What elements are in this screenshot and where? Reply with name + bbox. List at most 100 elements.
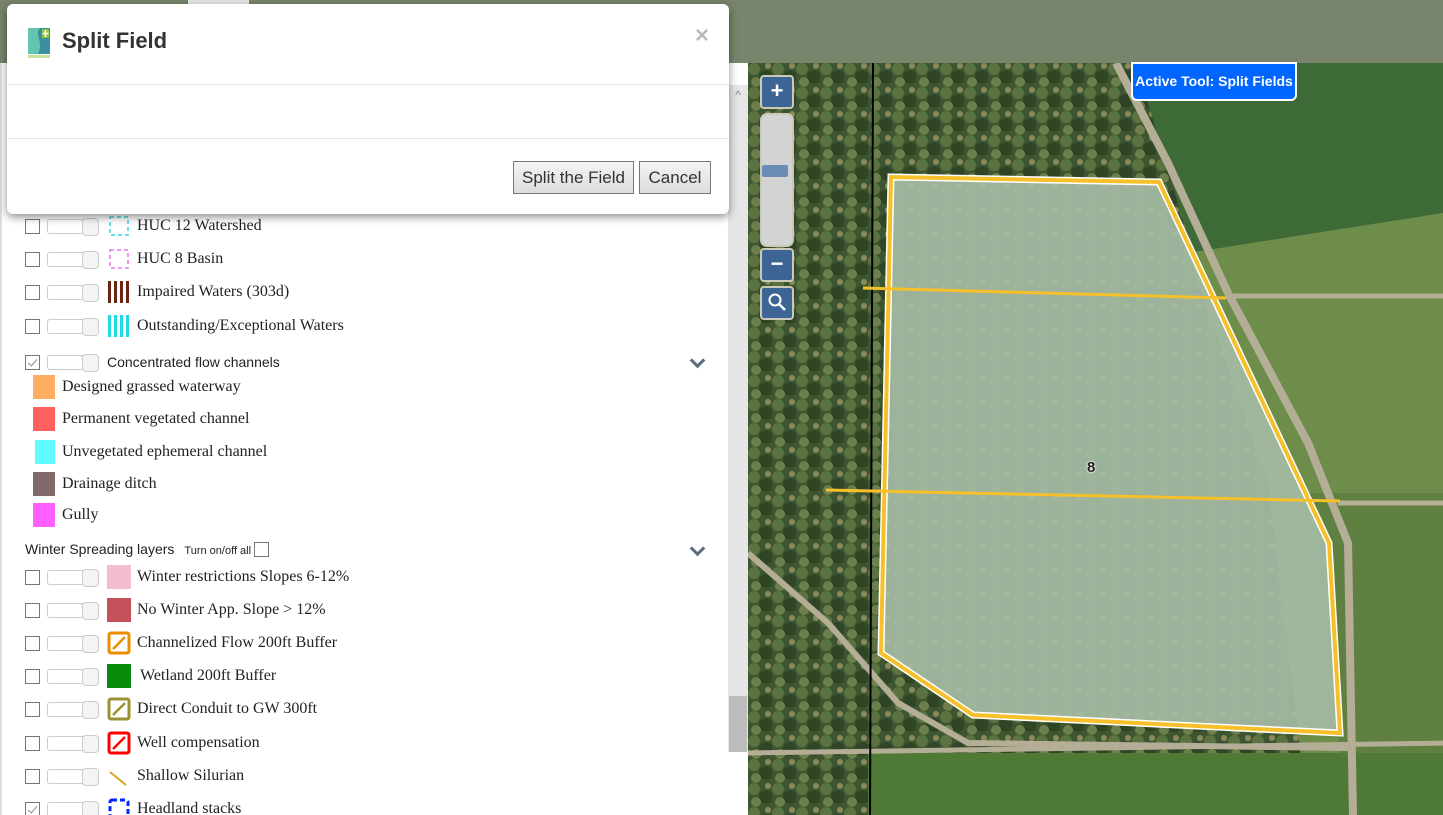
opacity-slider[interactable] <box>47 317 99 336</box>
close-icon[interactable]: × <box>695 22 709 50</box>
slider-handle[interactable] <box>82 601 99 620</box>
zoom-to-extent-button[interactable] <box>760 286 794 320</box>
scroll-up-icon[interactable]: ^ <box>728 88 748 104</box>
layer-label: Well compensation <box>137 734 260 751</box>
slider-handle[interactable] <box>82 283 99 302</box>
layer-row-shallow-silurian: Shallow Silurian <box>25 764 244 788</box>
layer-row-well: Well compensation <box>25 731 260 755</box>
chevron-down-icon[interactable] <box>690 358 704 368</box>
red-hatched-square-icon <box>107 731 131 755</box>
slider-handle[interactable] <box>82 217 99 236</box>
layer-label: Channelized Flow 200ft Buffer <box>137 634 338 651</box>
slider-handle[interactable] <box>82 353 99 372</box>
slider-handle[interactable] <box>82 800 99 815</box>
zoom-slider[interactable] <box>760 113 794 247</box>
legend-label: Drainage ditch <box>62 475 157 492</box>
layer-label: Outstanding/Exceptional Waters <box>137 317 344 334</box>
dialog-header: Split Field × <box>7 4 729 85</box>
zoom-out-button[interactable]: − <box>760 248 794 282</box>
layer-label: Winter restrictions Slopes 6-12% <box>137 568 350 585</box>
map-view[interactable]: 8 <box>748 63 1443 815</box>
layer-label: HUC 12 Watershed <box>137 217 262 234</box>
legend-label: Gully <box>62 506 99 523</box>
opacity-slider[interactable] <box>47 568 99 587</box>
slider-handle[interactable] <box>82 767 99 786</box>
opacity-slider[interactable] <box>47 250 99 269</box>
layer-row-huc8: HUC 8 Basin <box>25 247 223 271</box>
dialog-title: Split Field <box>62 28 168 53</box>
slider-handle[interactable] <box>82 317 99 336</box>
layer-checkbox[interactable] <box>25 251 40 267</box>
slider-handle[interactable] <box>82 634 99 653</box>
slider-handle[interactable] <box>82 667 99 686</box>
legend-swatch <box>33 407 55 431</box>
split-field-dialog: Split Field × Split the Field Cancel <box>7 4 729 214</box>
opacity-slider[interactable] <box>47 667 99 686</box>
pink-square-icon <box>107 565 131 589</box>
opacity-slider[interactable] <box>47 800 99 815</box>
brown-stripes-icon <box>107 280 131 304</box>
layer-checkbox[interactable] <box>25 801 40 815</box>
layer-checkbox[interactable] <box>25 218 40 234</box>
opacity-slider[interactable] <box>47 767 99 786</box>
slider-handle[interactable] <box>82 568 99 587</box>
cyan-stripes-icon <box>107 314 131 338</box>
zoom-in-button[interactable]: + <box>760 75 794 109</box>
turn-all-label: Turn on/off all <box>184 545 252 557</box>
opacity-slider[interactable] <box>47 700 99 719</box>
layer-checkbox[interactable] <box>25 701 40 717</box>
opacity-slider[interactable] <box>47 217 99 236</box>
legend-label: Designed grassed waterway <box>62 378 241 395</box>
slider-handle[interactable] <box>82 700 99 719</box>
opacity-slider[interactable] <box>47 353 99 372</box>
layer-row-impaired: Impaired Waters (303d) <box>25 280 289 304</box>
layer-checkbox[interactable] <box>25 635 40 651</box>
layer-label: Concentrated flow channels <box>107 354 280 370</box>
layer-row-outstanding: Outstanding/Exceptional Waters <box>25 314 344 338</box>
slider-handle[interactable] <box>82 250 99 269</box>
layer-checkbox[interactable] <box>25 602 40 618</box>
opacity-slider[interactable] <box>47 634 99 653</box>
blue-dashed-square-icon <box>107 797 131 815</box>
legend-item: Gully <box>33 503 98 527</box>
opacity-slider[interactable] <box>47 734 99 753</box>
layer-checkbox[interactable] <box>25 318 40 334</box>
legend-swatch <box>35 440 55 464</box>
opacity-slider[interactable] <box>47 601 99 620</box>
legend-label: Unvegetated ephemeral channel <box>62 443 268 460</box>
legend-label: Permanent vegetated channel <box>62 410 250 427</box>
layer-label: Direct Conduit to GW 300ft <box>137 700 318 717</box>
opacity-slider[interactable] <box>47 283 99 302</box>
legend-item: Drainage ditch <box>33 472 157 496</box>
layer-checkbox[interactable] <box>25 284 40 300</box>
section-title: Winter Spreading layers <box>25 541 175 557</box>
cancel-button[interactable]: Cancel <box>639 161 711 194</box>
snapplus-logo-icon <box>28 28 50 58</box>
layer-row-no-winter: No Winter App. Slope > 12% <box>25 598 326 622</box>
chevron-down-icon[interactable] <box>690 546 704 556</box>
layer-label: HUC 8 Basin <box>137 250 224 267</box>
active-tool-badge: Active Tool: Split Fields <box>1131 62 1297 101</box>
layer-label: No Winter App. Slope > 12% <box>137 601 326 618</box>
layer-checkbox[interactable] <box>25 668 40 684</box>
legend-swatch <box>33 503 55 527</box>
dashed-square-cyan-icon <box>107 214 131 238</box>
turn-all-checkbox[interactable] <box>254 541 270 557</box>
layer-checkbox[interactable] <box>25 735 40 751</box>
layer-checkbox[interactable] <box>25 354 40 370</box>
layer-checkbox[interactable] <box>25 569 40 585</box>
layer-label: Wetland 200ft Buffer <box>140 667 277 684</box>
zoom-slider-handle[interactable] <box>762 165 788 177</box>
winter-layers-header: Winter Spreading layers Turn on/off all <box>25 541 276 557</box>
panel-scrollbar[interactable] <box>728 85 748 752</box>
legend-item: Unvegetated ephemeral channel <box>33 440 267 464</box>
slider-handle[interactable] <box>82 734 99 753</box>
red-square-icon <box>107 598 131 622</box>
field-label[interactable]: 8 <box>1087 459 1095 476</box>
layer-row-winter-slopes: Winter restrictions Slopes 6-12% <box>25 565 349 589</box>
layer-label: Shallow Silurian <box>137 767 245 784</box>
legend-item: Permanent vegetated channel <box>33 407 249 431</box>
layer-checkbox[interactable] <box>25 768 40 784</box>
split-the-field-button[interactable]: Split the Field <box>513 161 634 194</box>
panel-scrollbar-thumb[interactable] <box>729 696 747 752</box>
